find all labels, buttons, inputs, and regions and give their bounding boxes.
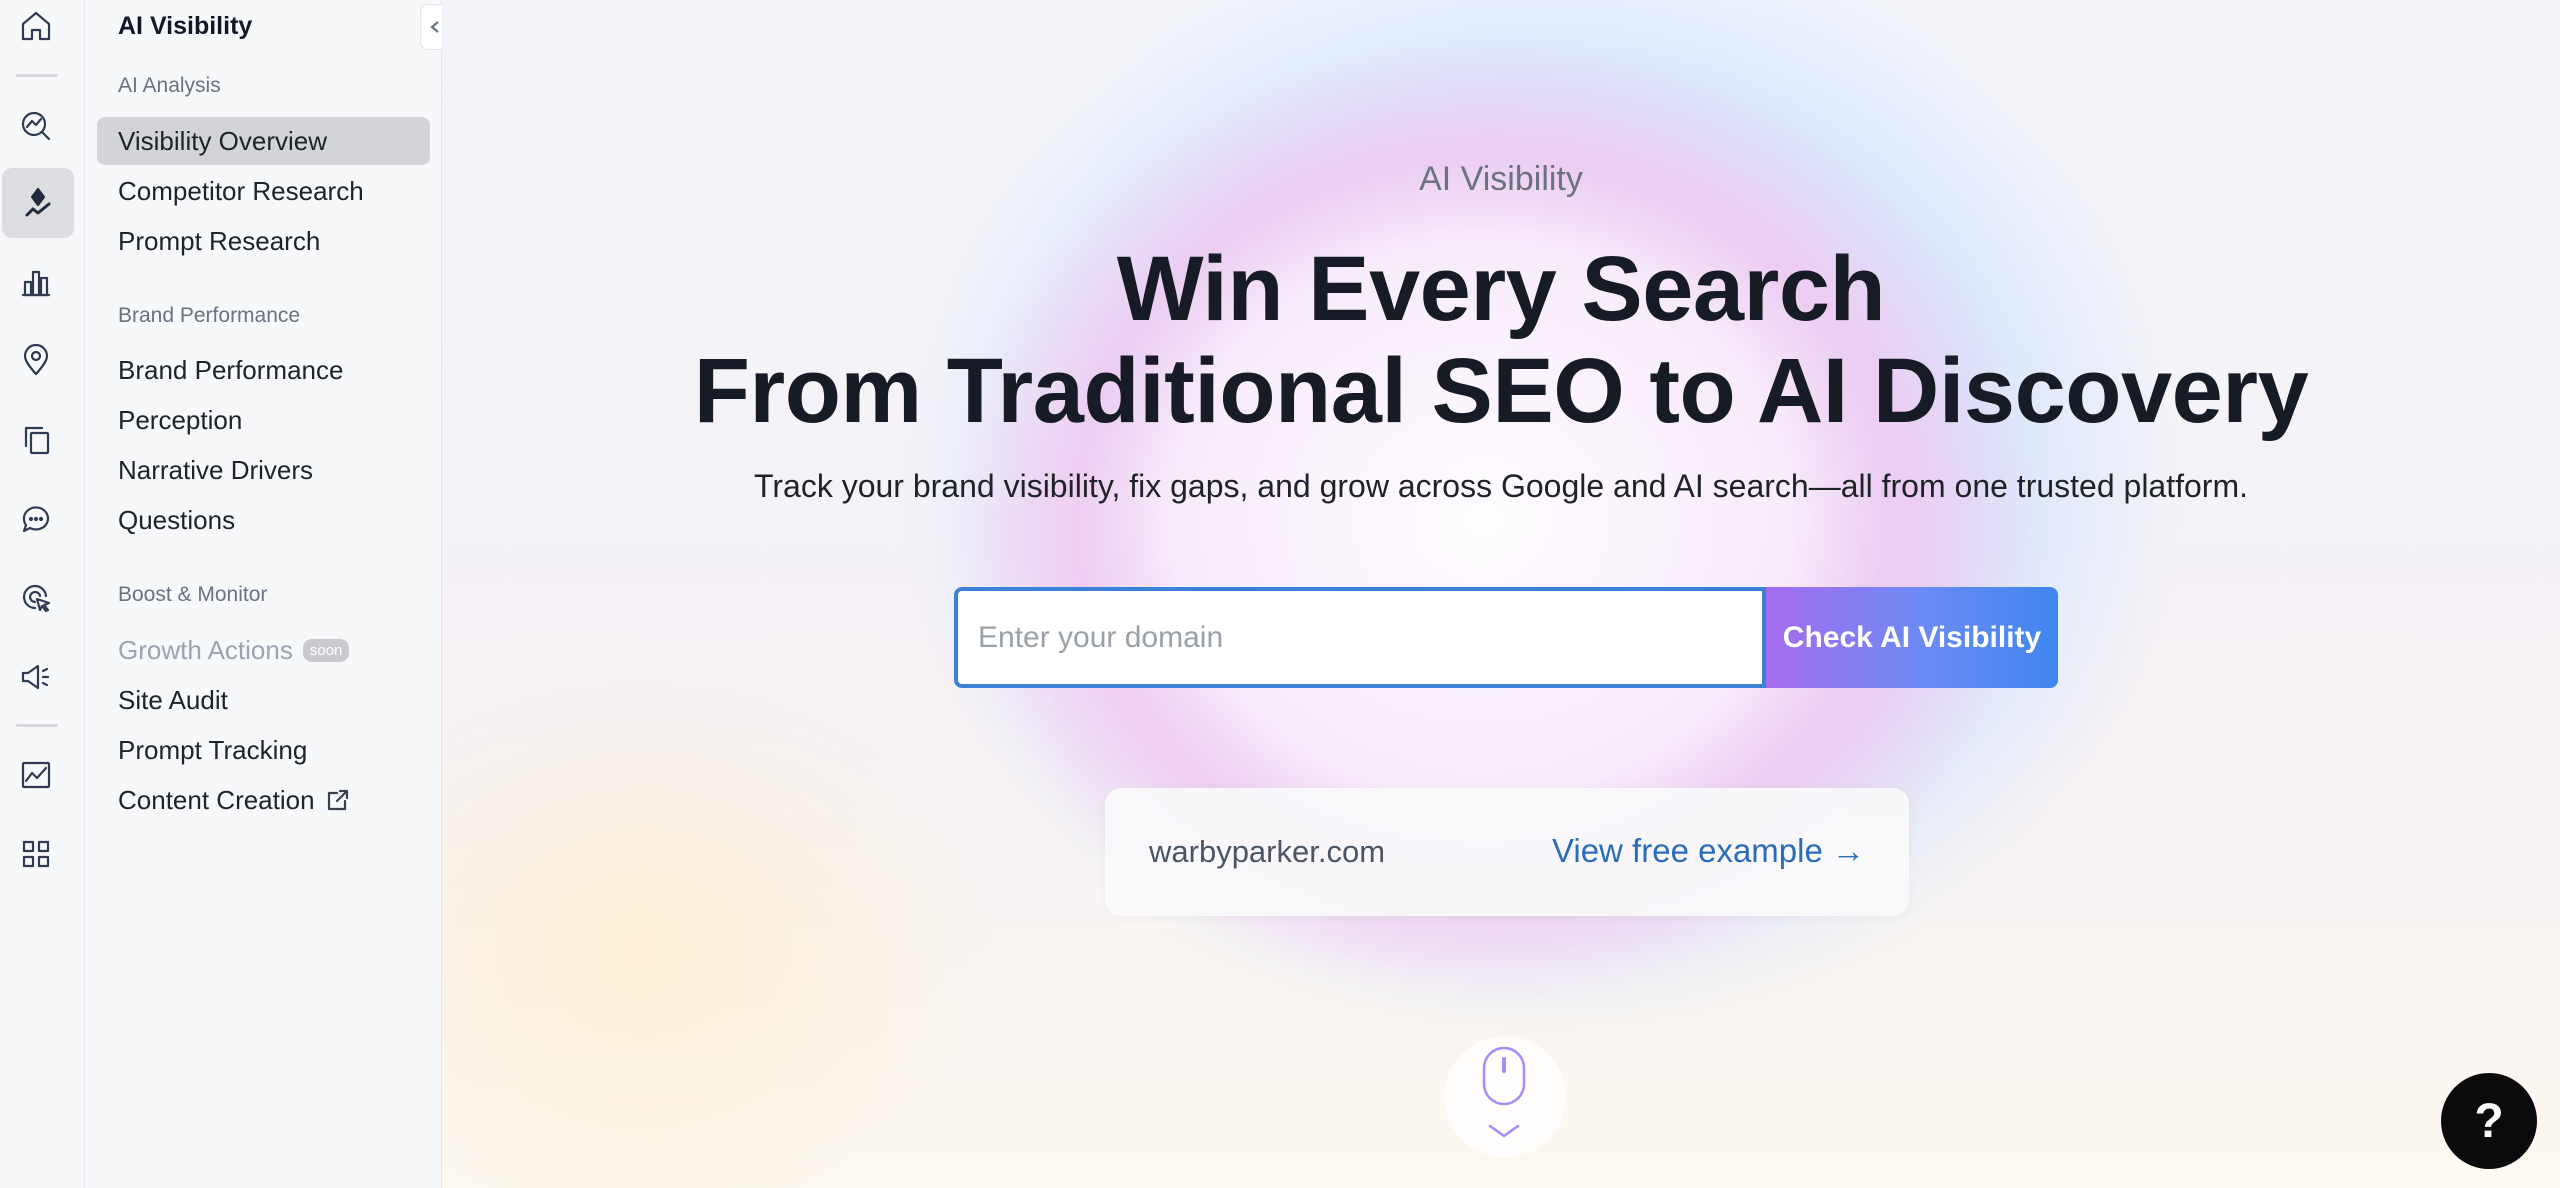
trend-chart-icon[interactable]	[14, 753, 58, 797]
sidebar-item-label: Prompt Tracking	[118, 734, 308, 765]
sidebar-item-label: Brand Performance	[118, 354, 344, 385]
view-free-example-link[interactable]: View free example →	[1552, 832, 1865, 870]
sidebar-item-prompt-tracking[interactable]: Prompt Tracking	[97, 726, 430, 774]
apps-grid-icon[interactable]	[14, 832, 58, 876]
sidebar-item-perception[interactable]: Perception	[97, 396, 430, 444]
sidebar-item-brand-performance[interactable]: Brand Performance	[97, 346, 430, 394]
page-eyebrow: AI Visibility	[1419, 160, 1583, 198]
sidebar-item-competitor-research[interactable]: Competitor Research	[97, 167, 430, 215]
sidebar-item-narrative-drivers[interactable]: Narrative Drivers	[97, 446, 430, 494]
sidebar-item-label: Questions	[118, 504, 236, 535]
help-button[interactable]: ?	[2441, 1073, 2537, 1169]
copy-pages-icon[interactable]	[14, 418, 58, 462]
section-label-brand-performance: Brand Performance	[118, 304, 301, 327]
icon-rail	[0, 0, 85, 1188]
external-link-icon	[325, 787, 351, 813]
bar-chart-icon[interactable]	[14, 260, 58, 304]
home-icon[interactable]	[14, 4, 58, 48]
sidebar-item-prompt-research[interactable]: Prompt Research	[97, 217, 430, 265]
headline-line-1: Win Every Search	[1116, 238, 1886, 340]
example-card[interactable]: warbyparker.com View free example →	[1105, 788, 1909, 916]
hero-subtitle: Track your brand visibility, fix gaps, a…	[754, 468, 2248, 504]
sidebar-item-label: Competitor Research	[118, 175, 364, 206]
sidebar-item-growth-actions: Growth Actions soon	[97, 626, 430, 674]
sidebar-item-label: Perception	[118, 404, 243, 435]
sidebar-item-content-creation[interactable]: Content Creation	[97, 776, 430, 824]
domain-input[interactable]	[954, 587, 1766, 688]
sidebar-item-questions[interactable]: Questions	[97, 496, 430, 544]
analytics-icon[interactable]	[14, 103, 58, 147]
sidebar-item-label: Visibility Overview	[118, 125, 328, 156]
sidebar-item-label: Site Audit	[118, 684, 228, 715]
rail-divider	[16, 724, 58, 727]
hero-headline: Win Every Search From Traditional SEO to…	[442, 238, 2560, 442]
section-label-ai-analysis: AI Analysis	[118, 74, 221, 97]
mouse-scroll-icon	[1482, 1046, 1526, 1138]
sidebar: AI Visibility AI Analysis Visibility Ove…	[85, 0, 450, 1188]
cursor-target-icon[interactable]	[14, 576, 58, 620]
sidebar-item-site-audit[interactable]: Site Audit	[97, 676, 430, 724]
soon-badge: soon	[302, 638, 350, 662]
ai-visibility-icon[interactable]	[2, 168, 74, 238]
sidebar-item-label: Growth Actions	[118, 634, 293, 665]
headline-line-2: From Traditional SEO to AI Discovery	[693, 340, 2309, 442]
main-content: AI Visibility Win Every Search From Trad…	[442, 0, 2560, 1188]
chat-bubble-icon[interactable]	[14, 497, 58, 541]
example-domain: warbyparker.com	[1149, 834, 1386, 869]
sidebar-item-label: Content Creation	[118, 784, 315, 815]
sidebar-item-label: Prompt Research	[118, 225, 321, 256]
section-label-boost-monitor: Boost & Monitor	[118, 583, 268, 606]
rail-divider	[16, 74, 58, 77]
chevron-left-icon	[430, 21, 439, 33]
sidebar-title: AI Visibility	[118, 12, 253, 40]
megaphone-icon[interactable]	[14, 655, 58, 699]
sidebar-item-label: Narrative Drivers	[118, 454, 314, 485]
scroll-down-hint[interactable]	[1444, 1036, 1566, 1158]
location-pin-icon[interactable]	[14, 338, 58, 382]
check-ai-visibility-button[interactable]: Check AI Visibility	[1766, 587, 2058, 688]
sidebar-item-visibility-overview[interactable]: Visibility Overview	[97, 117, 430, 165]
